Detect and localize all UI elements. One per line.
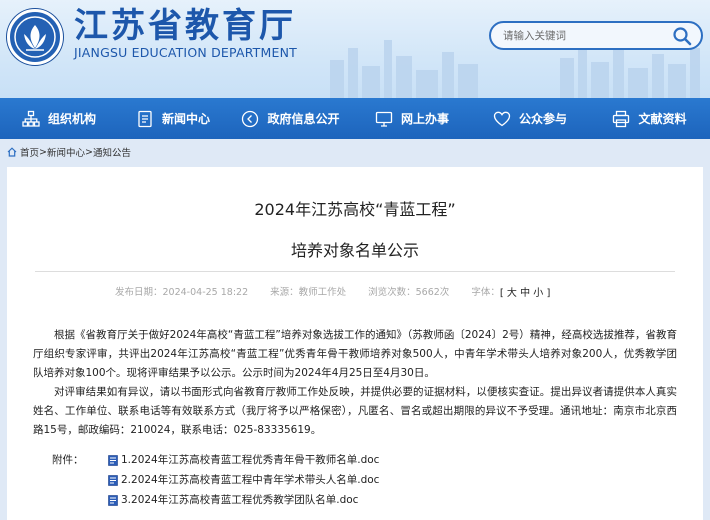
nav-item-label: 文献资料 bbox=[638, 112, 687, 126]
printer-icon bbox=[613, 110, 630, 127]
attachments-label: 附件： bbox=[52, 454, 84, 466]
attachment-link[interactable]: 3.2024年江苏高校青蓝工程优秀教学团队名单.doc bbox=[121, 490, 358, 510]
breadcrumb-separator: > bbox=[85, 146, 93, 158]
attachment-item: 附件： 1.2024年江苏高校青蓝工程优秀青年骨干教师名单.doc bbox=[52, 450, 379, 470]
article-source: 来源：教师工作处 bbox=[270, 287, 347, 298]
search-icon bbox=[673, 27, 692, 46]
search-input[interactable] bbox=[503, 28, 663, 44]
article-title-line2: 培养对象名单公示 bbox=[290, 241, 419, 260]
word-doc-icon bbox=[108, 454, 118, 466]
article-paragraph: 根据《省教育厅关于做好2024年高校“青蓝工程”培养对象选拔工作的通知》（苏教师… bbox=[33, 329, 677, 379]
publish-date: 发布日期：2024-04-25 18:22 bbox=[115, 287, 249, 298]
nav-item-label: 组织机构 bbox=[47, 112, 96, 126]
logo-emblem[interactable] bbox=[7, 9, 63, 65]
article-title-line1: 2024年江苏高校“青蓝工程” bbox=[254, 200, 456, 219]
breadcrumb: 首页 > 新闻中心 > 通知公告 bbox=[7, 145, 131, 159]
font-bracket-close: ] bbox=[546, 287, 551, 299]
breadcrumb-separator: > bbox=[39, 146, 47, 158]
search-box bbox=[489, 21, 703, 50]
word-doc-icon bbox=[108, 474, 118, 486]
nav-item-documents[interactable]: 文献资料 bbox=[589, 98, 710, 139]
home-icon bbox=[7, 147, 17, 157]
word-doc-icon bbox=[108, 494, 118, 506]
nav-item-label: 网上办事 bbox=[400, 112, 449, 126]
nav-item-public-participation[interactable]: 公众参与 bbox=[471, 98, 589, 139]
breadcrumb-news-link[interactable]: 新闻中心 bbox=[47, 145, 85, 159]
heart-icon bbox=[493, 111, 511, 126]
attachments-list: 附件： 1.2024年江苏高校青蓝工程优秀青年骨干教师名单.doc 2.2024… bbox=[52, 450, 379, 510]
play-circle-icon bbox=[242, 110, 259, 127]
org-chart-icon bbox=[22, 110, 40, 127]
attachment-link[interactable]: 2.2024年江苏高校青蓝工程中青年学术带头人名单.doc bbox=[121, 470, 379, 490]
font-size-small-button[interactable]: 小 bbox=[533, 288, 543, 299]
nav-item-online-service[interactable]: 网上办事 bbox=[353, 98, 471, 139]
font-size-large-button[interactable]: 大 bbox=[507, 288, 517, 299]
article-paragraph: 对评审结果如有异议，请以书面形式向省教育厅教师工作处反映，并提供必要的证据材料，… bbox=[33, 386, 677, 436]
view-count: 浏览次数：5662次 bbox=[368, 287, 450, 298]
attachment-item: 3.2024年江苏高校青蓝工程优秀教学团队名单.doc bbox=[52, 490, 379, 510]
document-icon bbox=[138, 110, 152, 127]
nav-item-news[interactable]: 新闻中心 bbox=[118, 98, 228, 139]
site-title: 江苏省教育厅 bbox=[74, 6, 296, 46]
breadcrumb-home-link[interactable]: 首页 bbox=[20, 145, 39, 159]
article-panel: 2024年江苏高校“青蓝工程” 培养对象名单公示 发布日期：2024-04-25… bbox=[7, 167, 703, 520]
site-header: 江苏省教育厅 JIANGSU EDUCATION DEPARTMENT bbox=[0, 0, 710, 98]
font-size-label: 字体： bbox=[471, 287, 500, 298]
breadcrumb-notice-link[interactable]: 通知公告 bbox=[93, 145, 131, 159]
site-subtitle: JIANGSU EDUCATION DEPARTMENT bbox=[74, 45, 297, 60]
nav-item-gov-info[interactable]: 政府信息公开 bbox=[228, 98, 353, 139]
font-size-medium-button[interactable]: 中 bbox=[520, 288, 530, 299]
attachment-item: 2.2024年江苏高校青蓝工程中青年学术带头人名单.doc bbox=[52, 470, 379, 490]
title-divider bbox=[35, 271, 675, 272]
monitor-icon bbox=[375, 111, 393, 127]
main-nav: 组织机构 新闻中心 政府信息公开 网上办事 公众参与 文献资料 bbox=[0, 98, 710, 139]
article-body: 根据《省教育厅关于做好2024年高校“青蓝工程”培养对象选拔工作的通知》（苏教师… bbox=[33, 326, 677, 440]
nav-item-label: 政府信息公开 bbox=[267, 112, 340, 126]
attachment-link[interactable]: 1.2024年江苏高校青蓝工程优秀青年骨干教师名单.doc bbox=[121, 450, 379, 470]
emblem-icon bbox=[14, 16, 56, 58]
nav-item-label: 新闻中心 bbox=[161, 112, 210, 126]
font-bracket-open: [ bbox=[499, 287, 504, 299]
nav-item-organization[interactable]: 组织机构 bbox=[0, 98, 118, 139]
nav-item-label: 公众参与 bbox=[518, 112, 567, 126]
font-size-control: [ 大 中 小 ] bbox=[500, 284, 551, 299]
search-button[interactable] bbox=[671, 25, 693, 47]
article-meta: 发布日期：2024-04-25 18:22 来源：教师工作处 浏览次数：5662… bbox=[115, 284, 551, 299]
